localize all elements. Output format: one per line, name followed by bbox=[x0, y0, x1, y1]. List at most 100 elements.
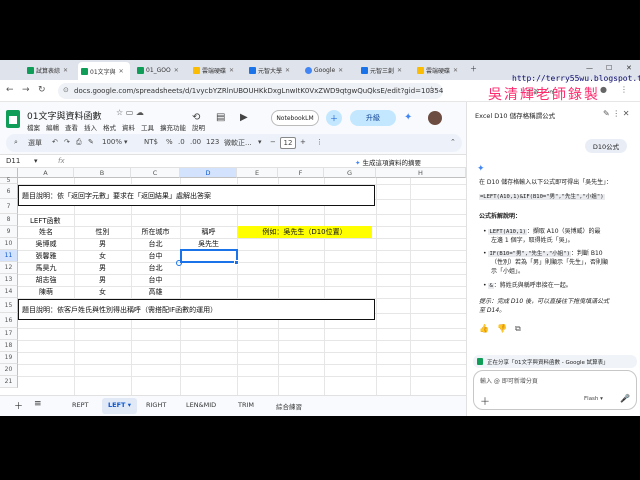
row-header[interactable]: 13 bbox=[0, 274, 18, 286]
row-header-selected[interactable]: 11 bbox=[0, 250, 18, 262]
row-header[interactable]: 10 bbox=[0, 238, 18, 250]
forward-icon[interactable]: → bbox=[22, 85, 30, 95]
undo-icon[interactable]: ↶ bbox=[52, 138, 58, 146]
generate-summary-button[interactable]: ✦ 生成這項資料的摘要 bbox=[355, 157, 421, 167]
font-size-decrease-icon[interactable]: − bbox=[270, 138, 276, 146]
font-size-increase-icon[interactable]: + bbox=[300, 138, 306, 146]
close-icon[interactable]: ✕ bbox=[174, 67, 179, 74]
number-format[interactable]: 123 bbox=[206, 138, 219, 146]
browser-tab[interactable]: 雲端硬碟 ✕ bbox=[414, 63, 466, 78]
menu-extensions[interactable]: 擴充功能 bbox=[160, 122, 186, 132]
close-icon[interactable]: ✕ bbox=[453, 67, 458, 74]
menu-tools[interactable]: 工具 bbox=[141, 122, 154, 132]
menu-edit[interactable]: 編輯 bbox=[46, 122, 59, 132]
version-history-icon[interactable]: ⟲ bbox=[192, 112, 200, 123]
bookmark-star-icon[interactable]: ☆ bbox=[428, 85, 435, 94]
decrease-decimal-icon[interactable]: .0 bbox=[178, 138, 185, 146]
sheet-tab[interactable]: 綜合練習 bbox=[276, 401, 302, 411]
currency-format[interactable]: NT$ bbox=[144, 138, 158, 146]
close-icon[interactable]: ✕ bbox=[285, 67, 290, 74]
new-tab-icon[interactable]: ＋ bbox=[470, 64, 477, 74]
sheet-tab-active[interactable]: LEFT ▾ bbox=[102, 398, 137, 414]
close-icon[interactable]: ✕ bbox=[63, 67, 68, 74]
maximize-icon[interactable]: ☐ bbox=[606, 64, 612, 72]
browser-tab[interactable]: Google ✕ bbox=[302, 63, 354, 78]
sheet-tab[interactable]: RIGHT bbox=[146, 401, 166, 409]
model-select[interactable]: Flash ▾ bbox=[584, 396, 603, 402]
selected-cell-d11[interactable] bbox=[180, 249, 238, 263]
microphone-icon[interactable]: 🎤 bbox=[620, 394, 630, 403]
row-header[interactable]: 21 bbox=[0, 376, 18, 388]
column-header[interactable]: E bbox=[237, 168, 278, 178]
sharing-context-bar[interactable]: 正在分享「01文字與資料函數 - Google 試算表」 bbox=[473, 355, 637, 368]
row-header[interactable]: 15 bbox=[0, 298, 18, 313]
cloud-status-icon[interactable]: ☁ bbox=[136, 108, 144, 117]
chevron-down-icon[interactable]: ▾ bbox=[34, 157, 38, 165]
minimize-icon[interactable]: — bbox=[586, 64, 593, 72]
close-icon[interactable]: ✕ bbox=[623, 109, 630, 118]
increase-decimal-icon[interactable]: .00 bbox=[190, 138, 201, 146]
zoom-select[interactable]: 100% bbox=[102, 138, 122, 146]
all-sheets-icon[interactable]: ≡ bbox=[34, 399, 42, 409]
menu-format[interactable]: 格式 bbox=[103, 122, 116, 132]
add-person-icon[interactable]: ＋ bbox=[326, 110, 342, 126]
browser-tab[interactable]: 01_GOO ✕ bbox=[134, 63, 186, 78]
gemini-formula[interactable]: =LEFT(A10,1)&IF(B10="男","先生","小姐") bbox=[479, 192, 605, 202]
browser-menu-icon[interactable]: ⋮ bbox=[620, 85, 628, 94]
menu-insert[interactable]: 插入 bbox=[84, 122, 97, 132]
redo-icon[interactable]: ↷ bbox=[64, 138, 70, 146]
percent-format[interactable]: % bbox=[166, 138, 173, 146]
new-chat-icon[interactable]: ✎ bbox=[603, 109, 610, 118]
thumbs-down-icon[interactable]: 👎 bbox=[497, 324, 507, 333]
browser-tab-active[interactable]: 01文字與 ✕ bbox=[78, 62, 130, 80]
column-header[interactable]: G bbox=[324, 168, 376, 178]
name-box[interactable]: D11 bbox=[6, 157, 20, 165]
browser-tab[interactable]: 元智三創 ✕ bbox=[358, 63, 410, 78]
gemini-spark-icon[interactable]: ✦ bbox=[404, 112, 412, 123]
add-attachment-icon[interactable]: ＋ bbox=[480, 393, 490, 408]
column-header[interactable]: B bbox=[74, 168, 131, 178]
menu-data[interactable]: 資料 bbox=[122, 122, 135, 132]
row-header[interactable]: 16 bbox=[0, 313, 18, 328]
row-header[interactable]: 20 bbox=[0, 364, 18, 376]
row-header[interactable]: 14 bbox=[0, 286, 18, 298]
meet-icon[interactable]: ▶ bbox=[240, 112, 248, 123]
menu-view[interactable]: 查看 bbox=[65, 122, 78, 132]
document-title[interactable]: 01文字與資料函數 bbox=[27, 109, 101, 122]
sheets-logo-icon[interactable] bbox=[6, 110, 20, 128]
star-icon[interactable]: ☆ bbox=[116, 108, 123, 117]
more-tools-icon[interactable]: ⋮ bbox=[316, 138, 323, 146]
paint-format-icon[interactable]: ✎ bbox=[88, 138, 94, 146]
search-icon[interactable]: ⌕ bbox=[14, 138, 18, 147]
profile-icon[interactable]: ● bbox=[600, 85, 607, 94]
close-icon[interactable]: ✕ bbox=[397, 67, 402, 74]
column-header[interactable]: C bbox=[131, 168, 180, 178]
row-header[interactable]: 12 bbox=[0, 262, 18, 274]
column-header-selected[interactable]: D bbox=[180, 168, 237, 178]
notebooklm-button[interactable]: NotebookLM bbox=[271, 110, 319, 126]
spreadsheet-grid[interactable]: A B C D E F G H 5 6 7 8 9 10 11 12 13 14… bbox=[0, 168, 466, 395]
collapse-toolbar-icon[interactable]: ⌃ bbox=[450, 138, 456, 146]
site-info-icon[interactable]: ⊙ bbox=[63, 86, 69, 94]
row-header[interactable]: 9 bbox=[0, 226, 18, 238]
fill-handle[interactable] bbox=[234, 260, 239, 265]
thumbs-up-icon[interactable]: 👍 bbox=[479, 324, 489, 333]
sheet-tab[interactable]: TRIM bbox=[238, 401, 254, 409]
more-options-icon[interactable]: ⋮ bbox=[612, 109, 620, 118]
back-icon[interactable]: ← bbox=[6, 85, 14, 95]
row-header[interactable]: 18 bbox=[0, 340, 18, 352]
row-header[interactable]: 6 bbox=[0, 184, 18, 199]
sheet-tab[interactable]: LEN&MID bbox=[186, 401, 216, 409]
browser-tab[interactable]: 試算表綜 ✕ bbox=[24, 63, 74, 78]
url-bar[interactable]: ⊙ docs.google.com/spreadsheets/d/1vycbYZ… bbox=[58, 83, 443, 99]
close-icon[interactable]: ✕ bbox=[119, 68, 124, 75]
browser-tab[interactable]: 元智大學 ✕ bbox=[246, 63, 298, 78]
comments-icon[interactable]: ▤ bbox=[216, 112, 225, 123]
search-menu-label[interactable]: 選單 bbox=[28, 138, 42, 148]
column-header[interactable]: A bbox=[18, 168, 74, 178]
row-header[interactable]: 17 bbox=[0, 328, 18, 340]
reload-icon[interactable]: ↻ bbox=[38, 85, 46, 95]
move-folder-icon[interactable]: ▭ bbox=[126, 108, 134, 117]
print-icon[interactable]: ⎙ bbox=[76, 138, 82, 147]
row-header[interactable]: 19 bbox=[0, 352, 18, 364]
